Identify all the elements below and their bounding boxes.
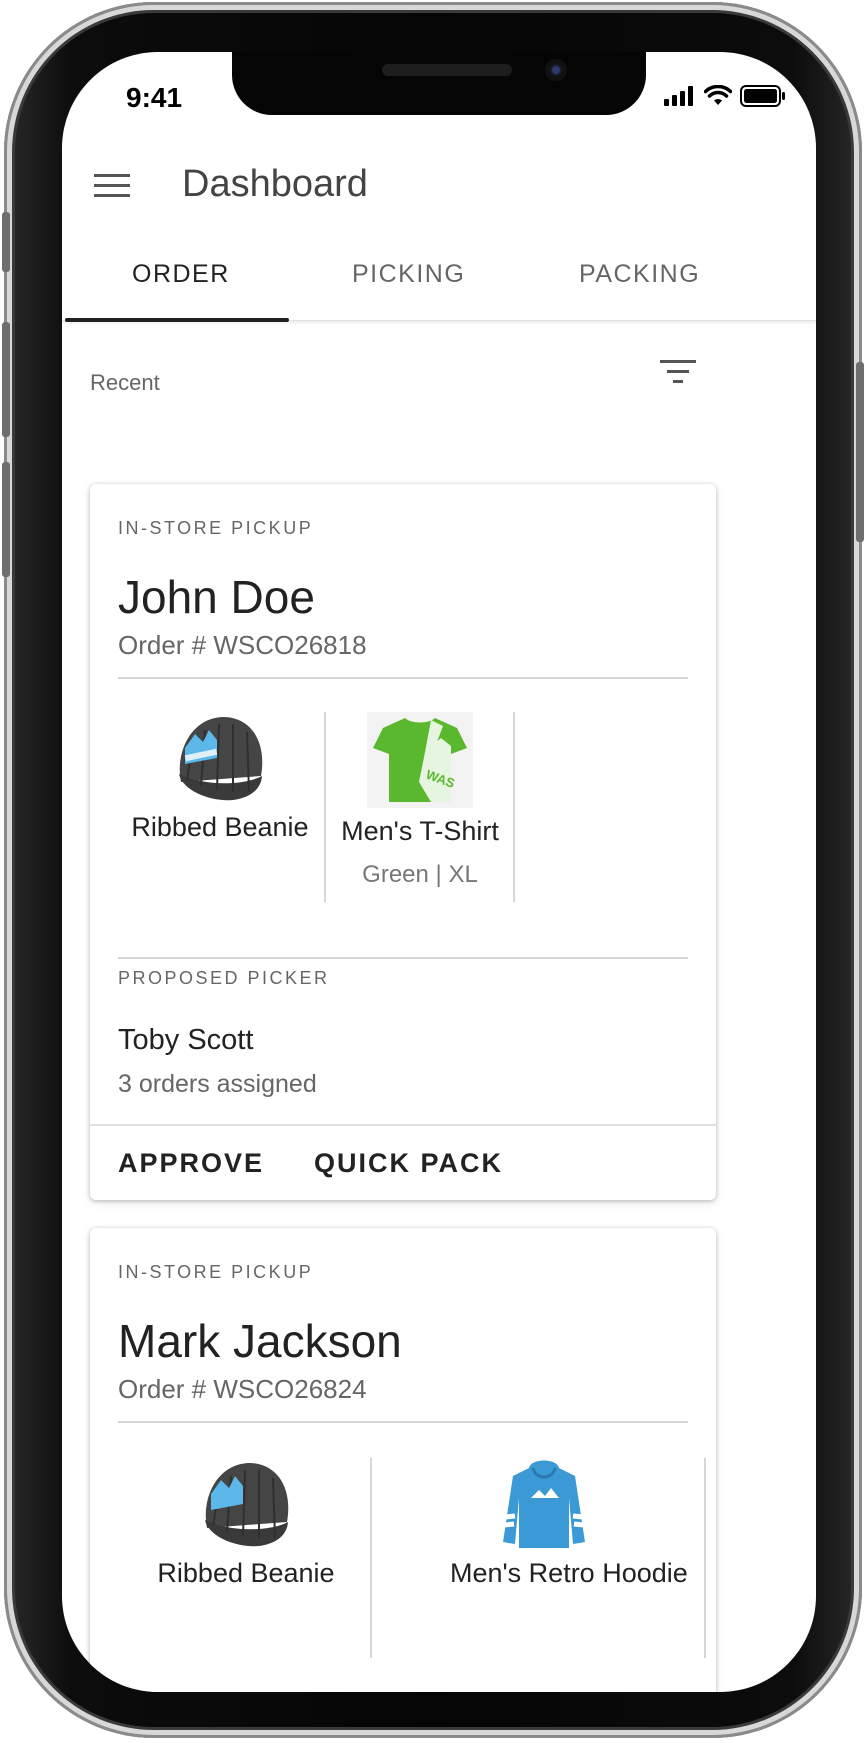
tshirt-image: WAS [367, 712, 473, 808]
item-name: Men's T-Shirt [341, 816, 499, 846]
filter-icon[interactable] [660, 360, 696, 386]
notch [232, 52, 646, 115]
beanie-image [205, 1463, 289, 1547]
hoodie-image [503, 1460, 585, 1548]
card-actions: APPROVE QUICK PACK [90, 1124, 716, 1202]
status-icons [664, 85, 786, 107]
hamburger-menu-icon[interactable] [94, 174, 130, 198]
item-name: Ribbed Beanie [131, 812, 309, 842]
wifi-icon [704, 85, 732, 105]
front-camera [545, 59, 567, 81]
order-card[interactable]: IN-STORE PICKUP Mark Jackson Order # WSC… [90, 1228, 716, 1692]
picker-name: Toby Scott [118, 1024, 254, 1056]
volume-down-button [2, 462, 10, 577]
page-title: Dashboard [182, 163, 368, 205]
customer-name: Mark Jackson [118, 1315, 402, 1367]
item-variant: Green | XL [362, 861, 478, 888]
item-divider [704, 1458, 706, 1658]
order-item[interactable]: WAS Men's T-Shirt Green | XL [326, 712, 514, 889]
power-button [856, 362, 864, 542]
card-divider [118, 677, 688, 679]
order-item[interactable]: Ribbed Beanie [152, 1458, 340, 1589]
app-bar: Dashboard [62, 147, 816, 227]
tab-order[interactable]: ORDER [132, 260, 230, 289]
order-number: Order # WSCO26824 [118, 1374, 367, 1404]
speaker [382, 64, 512, 76]
phone-frame: 9:41 Dashboard ORDER PICKING PACKING Rec… [2, 2, 864, 1738]
order-item[interactable]: Ribbed Beanie [126, 712, 314, 843]
section-label: Recent [90, 370, 160, 395]
beanie-image [179, 717, 263, 801]
approve-button[interactable]: APPROVE [118, 1148, 264, 1179]
customer-name: John Doe [118, 571, 315, 623]
card-divider [118, 957, 688, 959]
screen: 9:41 Dashboard ORDER PICKING PACKING Rec… [62, 52, 816, 1692]
volume-up-button [2, 322, 10, 437]
order-card[interactable]: IN-STORE PICKUP John Doe Order # WSCO268… [90, 484, 716, 1200]
order-type-label: IN-STORE PICKUP [118, 1262, 314, 1282]
tab-bar: ORDER PICKING PACKING [62, 242, 816, 322]
tab-picking[interactable]: PICKING [352, 260, 465, 289]
picker-label: PROPOSED PICKER [118, 968, 330, 988]
tab-packing[interactable]: PACKING [579, 260, 700, 289]
item-name: Ribbed Beanie [157, 1558, 335, 1588]
quick-pack-button[interactable]: QUICK PACK [314, 1148, 503, 1179]
active-tab-indicator [65, 318, 289, 322]
picker-orders-assigned: 3 orders assigned [118, 1070, 317, 1098]
signal-icon [664, 86, 693, 106]
item-divider [370, 1458, 372, 1658]
item-name: Men's Retro Hoodie [450, 1558, 688, 1588]
mute-switch [2, 212, 10, 272]
status-time: 9:41 [126, 82, 183, 113]
order-number: Order # WSCO26818 [118, 630, 367, 660]
card-divider [118, 1421, 688, 1423]
order-type-label: IN-STORE PICKUP [118, 518, 314, 538]
item-divider [513, 712, 515, 902]
battery-icon [740, 85, 785, 107]
order-item[interactable]: Men's Retro Hoodie [450, 1458, 688, 1589]
